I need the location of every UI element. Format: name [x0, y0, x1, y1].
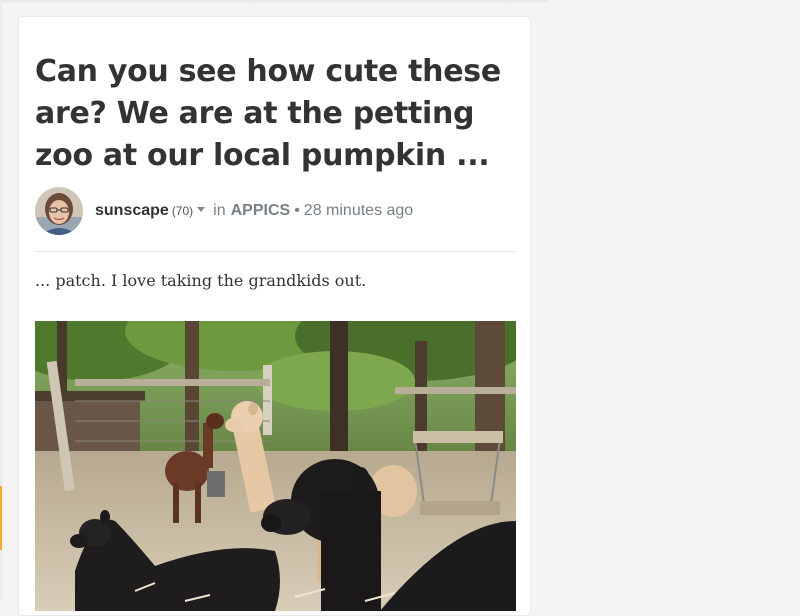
post-byline: sunscape (70) in APPICS • 28 minutes ago [35, 187, 515, 235]
byline-text: sunscape (70) in APPICS • 28 minutes ago [95, 202, 413, 220]
post-title[interactable]: Can you see how cute these are? We are a… [35, 51, 505, 177]
post-photo[interactable] [35, 321, 516, 611]
separator-dot: • [294, 202, 300, 219]
caret-down-icon[interactable] [197, 207, 206, 212]
divider [35, 251, 516, 252]
alpaca-photo [35, 321, 516, 611]
author-reputation: (70) [171, 204, 194, 218]
post-timestamp: 28 minutes ago [303, 202, 414, 219]
side-accent-badge [0, 486, 2, 550]
in-label: in [213, 202, 226, 219]
post-card: Can you see how cute these are? We are a… [18, 16, 531, 616]
community-link[interactable]: APPICS [231, 202, 291, 220]
author-avatar[interactable] [35, 187, 83, 235]
author-name[interactable]: sunscape [95, 202, 169, 220]
post-body: ... patch. I love taking the grandkids o… [35, 271, 367, 290]
avatar-image [35, 187, 83, 235]
top-shadow [0, 0, 548, 4]
